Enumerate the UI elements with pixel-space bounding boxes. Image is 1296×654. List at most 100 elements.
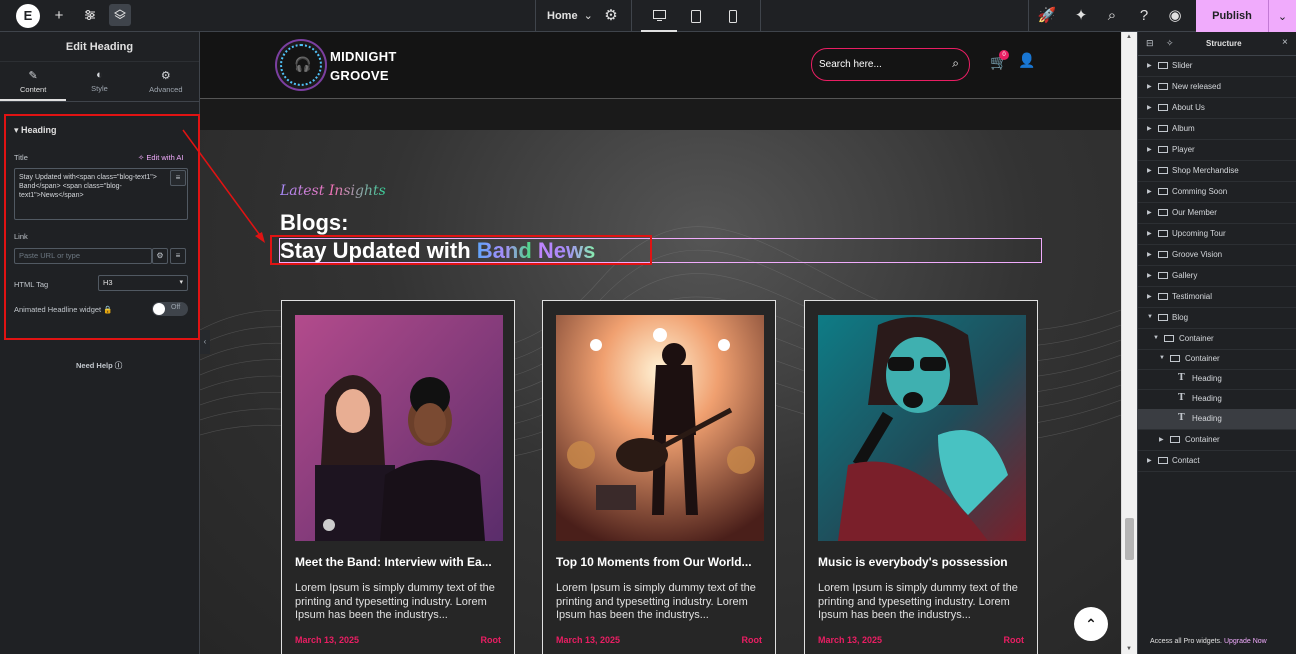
animated-headline-toggle[interactable]: Off	[152, 302, 188, 316]
search-icon[interactable]: ⌕	[952, 56, 959, 71]
page-selector[interactable]: Home ⌄	[547, 9, 593, 22]
desktop-device-icon[interactable]	[641, 0, 677, 32]
rocket-icon[interactable]: 🚀	[1036, 4, 1058, 26]
tab-advanced[interactable]: ⚙ Advanced	[133, 62, 199, 101]
caret-down-icon[interactable]: ▼	[1159, 355, 1165, 361]
link-dynamic-tags-icon[interactable]: ≡	[170, 248, 186, 264]
caret-right-icon[interactable]: ▶	[1147, 146, 1152, 153]
page-settings-gear-icon[interactable]: ⚙	[600, 4, 622, 26]
caret-right-icon[interactable]: ▶	[1147, 125, 1152, 132]
structure-item-album[interactable]: ▶ Album	[1138, 119, 1296, 140]
card-title[interactable]: Music is everybody's possession	[818, 555, 1026, 569]
section-toggle[interactable]: ▾ Heading	[14, 125, 57, 136]
structure-item-heading[interactable]: T Heading	[1138, 389, 1296, 410]
card-date[interactable]: March 13, 2025	[556, 635, 620, 645]
structure-item-about-us[interactable]: ▶ About Us	[1138, 98, 1296, 119]
card-title[interactable]: Top 10 Moments from Our World...	[556, 555, 764, 569]
blog-card[interactable]: Meet the Band: Interview with Ea... Lore…	[281, 300, 515, 654]
headphones-logo-icon[interactable]: 🎧	[280, 44, 322, 86]
caret-right-icon[interactable]: ▶	[1147, 188, 1152, 195]
blog-card[interactable]: Music is everybody's possession Lorem Ip…	[804, 300, 1038, 654]
structure-item-gallery[interactable]: ▶ Gallery	[1138, 266, 1296, 287]
card-title[interactable]: Meet the Band: Interview with Ea...	[295, 555, 503, 569]
structure-item-shop-merchandise[interactable]: ▶ Shop Merchandise	[1138, 161, 1296, 182]
add-element-icon[interactable]: +	[48, 4, 70, 26]
collapse-panel-chevron-icon[interactable]: ‹	[200, 330, 210, 354]
layers-structure-icon[interactable]	[109, 4, 131, 26]
card-author[interactable]: Root	[742, 635, 763, 645]
preview-eye-icon[interactable]: ◉	[1164, 4, 1186, 26]
search-icon[interactable]: ⌕	[1101, 4, 1123, 26]
structure-item-groove-vision[interactable]: ▶ Groove Vision	[1138, 245, 1296, 266]
caret-right-icon[interactable]: ▶	[1147, 83, 1152, 90]
need-help-link[interactable]: Need Help ⓘ	[76, 360, 122, 371]
link-input[interactable]: Paste URL or type	[14, 248, 152, 264]
scroll-up-arrow-icon[interactable]: ▲	[1126, 34, 1132, 40]
caret-right-icon[interactable]: ▶	[1147, 457, 1152, 464]
structure-item-our-member[interactable]: ▶ Our Member	[1138, 203, 1296, 224]
notifications-spark-icon[interactable]: ✦	[1070, 4, 1092, 26]
caret-right-icon[interactable]: ▶	[1147, 104, 1152, 111]
structure-item-heading-selected[interactable]: T Heading	[1138, 409, 1296, 430]
caret-down-icon[interactable]: ▼	[1153, 335, 1159, 341]
structure-item-contact[interactable]: ▶ Contact	[1138, 451, 1296, 472]
band-duo-photo[interactable]	[295, 315, 503, 541]
caret-right-icon[interactable]: ▶	[1159, 436, 1164, 443]
help-circle-icon: ⓘ	[114, 361, 123, 370]
scrollbar-thumb[interactable]	[1125, 518, 1134, 560]
upgrade-now-link[interactable]: Upgrade Now	[1224, 638, 1267, 645]
scroll-down-arrow-icon[interactable]: ▼	[1126, 646, 1132, 652]
divider	[1028, 0, 1029, 32]
blog-card[interactable]: Top 10 Moments from Our World... Lorem I…	[542, 300, 776, 654]
user-account-icon[interactable]: 👤	[1018, 52, 1035, 69]
structure-item-new-released[interactable]: ▶ New released	[1138, 77, 1296, 98]
structure-item-heading[interactable]: T Heading	[1138, 369, 1296, 390]
scroll-to-top-chevron-up-icon[interactable]: ⌃	[1074, 607, 1108, 641]
card-author[interactable]: Root	[481, 635, 502, 645]
structure-item-upcoming-tour[interactable]: ▶ Upcoming Tour	[1138, 224, 1296, 245]
card-date[interactable]: March 13, 2025	[818, 635, 882, 645]
caret-right-icon[interactable]: ▶	[1147, 272, 1152, 279]
help-icon[interactable]: ?	[1133, 4, 1155, 26]
edit-with-ai-button[interactable]: ✧ Edit with AI	[138, 153, 184, 162]
structure-item-container[interactable]: ▼ Container	[1138, 349, 1296, 370]
caret-right-icon[interactable]: ▶	[1147, 251, 1152, 258]
structure-item-testimonial[interactable]: ▶ Testimonial	[1138, 287, 1296, 308]
elementor-logo[interactable]: E	[16, 4, 40, 28]
collapse-all-icon[interactable]: ⊟	[1146, 38, 1154, 49]
structure-item-container[interactable]: ▼ Container	[1138, 329, 1296, 350]
caret-right-icon[interactable]: ▶	[1147, 62, 1152, 69]
site-search-input[interactable]: Search here... ⌕	[811, 48, 970, 81]
close-icon[interactable]: ×	[1282, 37, 1288, 48]
structure-item-player[interactable]: ▶ Player	[1138, 140, 1296, 161]
html-tag-select[interactable]: H3 ▾	[98, 275, 188, 291]
blog-section: Latest Insights Blogs: Stay Updated with…	[200, 130, 1121, 654]
structure-item-slider[interactable]: ▶ Slider	[1138, 56, 1296, 77]
card-date[interactable]: March 13, 2025	[295, 635, 359, 645]
title-textarea[interactable]: Stay Updated with<span class="blog-text1…	[14, 168, 188, 220]
caret-right-icon[interactable]: ▶	[1147, 167, 1152, 174]
canvas-scrollbar[interactable]: ▲ ▼	[1121, 32, 1137, 654]
caret-right-icon[interactable]: ▶	[1147, 293, 1152, 300]
blogs-heading[interactable]: Blogs:	[280, 210, 348, 236]
caret-right-icon[interactable]: ▶	[1147, 209, 1152, 216]
tab-content[interactable]: ✎ Content	[0, 62, 67, 101]
ai-sparkle-icon[interactable]: ✧	[1166, 38, 1174, 49]
dynamic-tags-icon[interactable]: ≡	[170, 170, 186, 186]
mobile-device-icon[interactable]	[715, 0, 751, 32]
guitarist-concert-photo[interactable]	[556, 315, 764, 541]
publish-button[interactable]: Publish	[1196, 0, 1268, 32]
site-logo-text[interactable]: MIDNIGHT GROOVE	[330, 47, 397, 85]
tablet-device-icon[interactable]	[678, 0, 714, 32]
tab-style[interactable]: ◐ Style	[66, 62, 132, 101]
singer-photo[interactable]	[818, 315, 1026, 541]
caret-right-icon[interactable]: ▶	[1147, 230, 1152, 237]
site-settings-icon[interactable]	[79, 4, 101, 26]
caret-down-icon[interactable]: ▼	[1147, 314, 1153, 320]
structure-item-container[interactable]: ▶ Container	[1138, 430, 1296, 451]
structure-item-blog[interactable]: ▼ Blog	[1138, 308, 1296, 329]
card-author[interactable]: Root	[1004, 635, 1025, 645]
publish-options-chevron-icon[interactable]: ⌄	[1268, 0, 1296, 32]
structure-item-comming-soon[interactable]: ▶ Comming Soon	[1138, 182, 1296, 203]
link-options-gear-icon[interactable]: ⚙	[152, 248, 168, 264]
